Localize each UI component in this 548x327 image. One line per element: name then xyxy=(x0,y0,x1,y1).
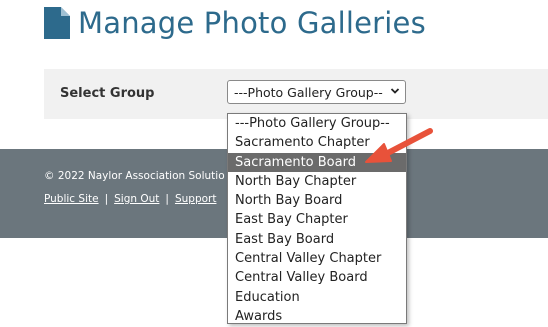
chevron-down-icon xyxy=(390,88,400,94)
dropdown-option[interactable]: North Bay Board xyxy=(228,191,406,210)
support-link[interactable]: Support xyxy=(175,193,217,205)
page-title: Manage Photo Galleries xyxy=(78,6,426,40)
annotation-arrow-icon xyxy=(365,128,433,163)
footer-separator: | xyxy=(165,193,169,205)
footer-copyright: © 2022 Naylor Association Solutio xyxy=(44,170,225,182)
dropdown-option[interactable]: North Bay Chapter xyxy=(228,172,406,191)
footer-links: Public Site | Sign Out | Support xyxy=(44,193,216,205)
public-site-link[interactable]: Public Site xyxy=(44,193,99,205)
dropdown-option[interactable]: Awards xyxy=(228,307,406,326)
dropdown-option[interactable]: East Bay Chapter xyxy=(228,210,406,229)
dropdown-option[interactable]: Education xyxy=(228,288,406,307)
dropdown-option[interactable]: Central Valley Board xyxy=(228,268,406,287)
document-icon xyxy=(44,7,70,39)
select-group-panel: Select Group ---Photo Gallery Group-- xyxy=(44,69,548,119)
dropdown-option[interactable]: Central Valley Chapter xyxy=(228,249,406,268)
page-header: Manage Photo Galleries xyxy=(44,6,426,40)
sign-out-link[interactable]: Sign Out xyxy=(114,193,159,205)
dropdown-option[interactable]: East Bay Board xyxy=(228,230,406,249)
footer-separator: | xyxy=(104,193,109,205)
select-current-value: ---Photo Gallery Group-- xyxy=(234,85,383,100)
photo-gallery-group-select[interactable]: ---Photo Gallery Group-- xyxy=(227,80,406,104)
select-group-label: Select Group xyxy=(60,86,155,101)
